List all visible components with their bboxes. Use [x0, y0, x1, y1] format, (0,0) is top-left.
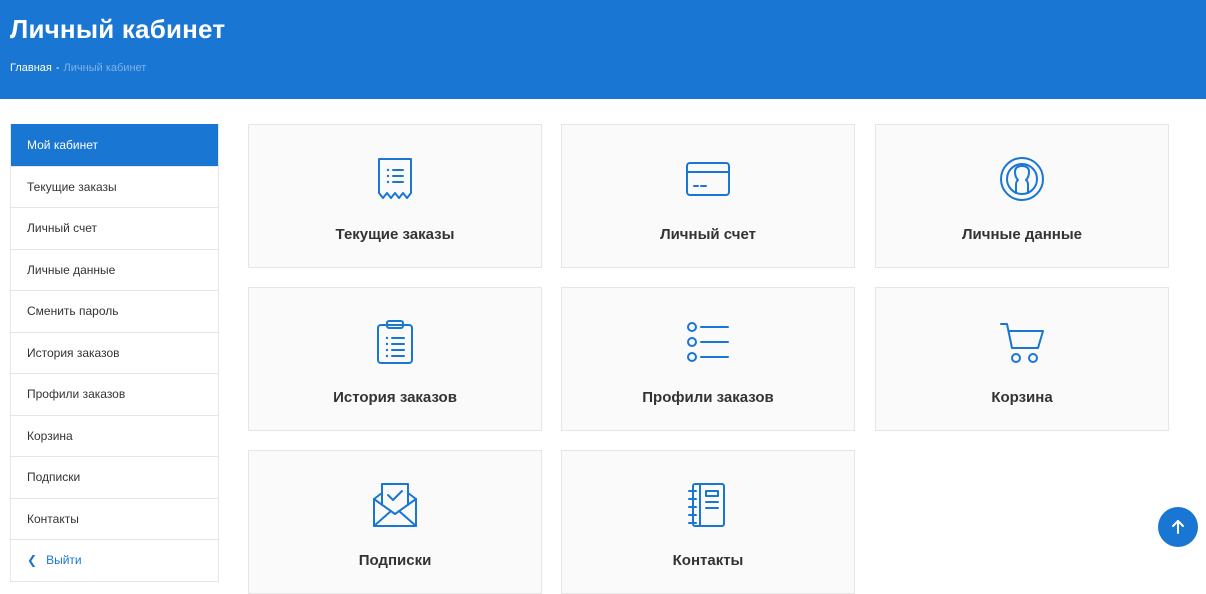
sidebar-item-label: Контакты — [27, 511, 79, 526]
sidebar-item-label: Профили заказов — [27, 387, 126, 402]
receipt-list-icon — [371, 155, 419, 203]
sidebar-item-my-cabinet[interactable]: Мой кабинет — [11, 124, 218, 166]
envelope-check-icon — [371, 481, 419, 529]
tile-label: Корзина — [991, 389, 1053, 406]
sidebar-item-change-password[interactable]: Сменить пароль — [11, 290, 218, 332]
sidebar-item-cart[interactable]: Корзина — [11, 414, 218, 457]
tile-label: Профили заказов — [642, 389, 774, 406]
shopping-cart-icon — [998, 318, 1046, 366]
sidebar-item-order-history[interactable]: История заказов — [11, 331, 218, 374]
sidebar-item-personal-account[interactable]: Личный счет — [11, 207, 218, 249]
logout-link[interactable]: ❮ Выйти — [11, 539, 218, 581]
sidebar-item-label: Подписки — [27, 470, 81, 485]
breadcrumb-current: Личный кабинет — [63, 62, 147, 74]
credit-card-icon — [684, 155, 732, 203]
user-circle-icon — [998, 155, 1046, 203]
tile-cart[interactable]: Корзина — [875, 287, 1169, 431]
chevron-left-icon: ❮ — [27, 553, 38, 568]
arrow-up-icon — [1170, 519, 1186, 535]
sidebar-item-label: Личный счет — [27, 221, 98, 236]
page-header: Личный кабинет Главная - Личный кабинет — [0, 0, 1206, 99]
tile-contacts[interactable]: Контакты — [561, 450, 855, 594]
sidebar-item-contacts[interactable]: Контакты — [11, 497, 218, 540]
sidebar-item-current-orders[interactable]: Текущие заказы — [11, 165, 218, 208]
sidebar-item-order-profiles[interactable]: Профили заказов — [11, 373, 218, 415]
tile-personal-data[interactable]: Личные данные — [875, 124, 1169, 268]
sidebar-item-label: Мой кабинет — [27, 138, 99, 153]
sidebar-item-personal-data[interactable]: Личные данные — [11, 248, 218, 291]
sidebar-item-subscriptions[interactable]: Подписки — [11, 456, 218, 498]
tile-label: История заказов — [333, 389, 457, 406]
tile-label: Контакты — [672, 552, 744, 569]
tile-label: Личные данные — [962, 226, 1082, 243]
sidebar-item-label: Текущие заказы — [27, 179, 117, 194]
breadcrumb-home-link[interactable]: Главная — [10, 61, 52, 75]
tile-order-history[interactable]: История заказов — [248, 287, 542, 431]
sidebar-item-label: История заказов — [27, 345, 120, 360]
bullet-list-icon — [684, 318, 732, 366]
tile-subscriptions[interactable]: Подписки — [248, 450, 542, 594]
tile-personal-account[interactable]: Личный счет — [561, 124, 855, 268]
tile-label: Личный счет — [660, 226, 756, 243]
sidebar-item-label: Личные данные — [27, 262, 116, 277]
tile-current-orders[interactable]: Текущие заказы — [248, 124, 542, 268]
breadcrumb-separator: - — [55, 62, 60, 74]
tile-order-profiles[interactable]: Профили заказов — [561, 287, 855, 431]
page-title: Личный кабинет — [10, 14, 226, 44]
sidebar-item-label: Корзина — [27, 428, 73, 443]
sidebar-menu: Мой кабинет Текущие заказы Личный счет Л… — [10, 124, 219, 582]
clipboard-list-icon — [371, 318, 419, 366]
breadcrumb: Главная - Личный кабинет — [10, 61, 146, 75]
logout-label: Выйти — [46, 553, 82, 568]
tile-label: Текущие заказы — [335, 226, 455, 243]
notebook-icon — [684, 481, 732, 529]
tile-label: Подписки — [358, 552, 432, 569]
scroll-to-top-button[interactable] — [1158, 507, 1198, 547]
sidebar-item-label: Сменить пароль — [27, 304, 119, 319]
